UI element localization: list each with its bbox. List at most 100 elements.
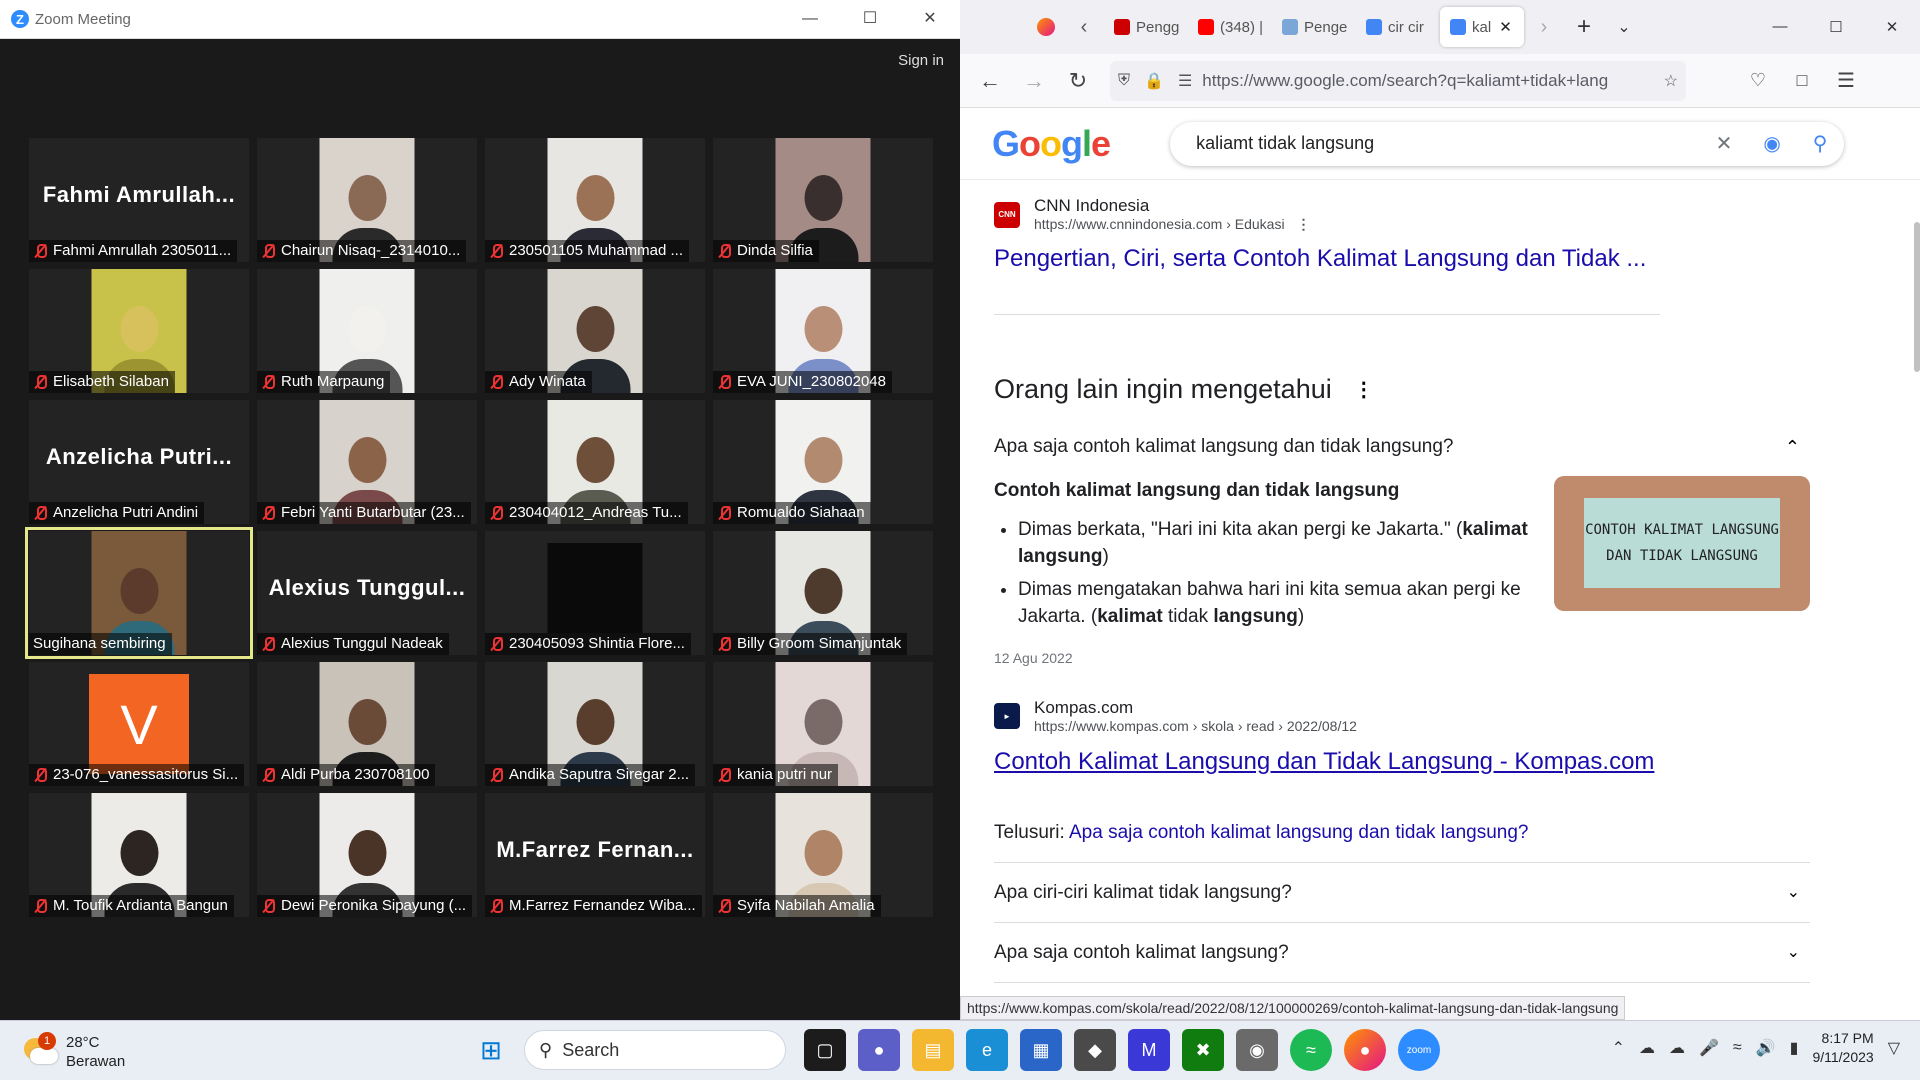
participant-tile[interactable]: kania putri nur <box>713 662 933 786</box>
participant-tile[interactable]: Sugihana sembiring <box>25 527 253 659</box>
app-m-icon[interactable]: M <box>1128 1029 1170 1071</box>
battery-icon[interactable]: ▮ <box>1790 1038 1799 1058</box>
notifications-icon[interactable]: ▽ <box>1888 1038 1900 1058</box>
participant-tile[interactable]: Febri Yanti Butarbutar (23... <box>257 400 477 524</box>
browser-maximize-button[interactable]: ☐ <box>1808 18 1864 36</box>
weather-widget[interactable]: 1 28°C Berawan <box>22 1032 125 1071</box>
answer-thumbnail[interactable]: CONTOH KALIMAT LANGSUNG DAN TIDAK LANGSU… <box>1554 476 1810 611</box>
browser-tab[interactable]: cir cir <box>1356 7 1434 47</box>
participant-tile[interactable]: 230404012_Andreas Tu... <box>485 400 705 524</box>
paa-more-icon[interactable]: ⋮ <box>1354 377 1374 402</box>
shield-icon[interactable]: ⛨ <box>1118 72 1130 90</box>
participant-tile[interactable]: Dinda Silfia <box>713 138 933 262</box>
sign-in-button[interactable]: Sign in <box>898 52 944 69</box>
extensions-icon[interactable]: □ <box>1780 70 1824 91</box>
firefox-icon[interactable]: ● <box>1344 1029 1386 1071</box>
bookmark-star-icon[interactable]: ☆ <box>1664 71 1678 91</box>
paa-question-1[interactable]: Apa saja contoh kalimat langsung dan tid… <box>994 436 1810 458</box>
browser-tab[interactable]: kal ✕ <box>1440 7 1524 47</box>
participant-tile[interactable]: Elisabeth Silaban <box>29 269 249 393</box>
paa-question-3-text[interactable]: Apa saja contoh kalimat langsung? <box>994 942 1787 964</box>
telusuri-link[interactable]: Apa saja contoh kalimat langsung dan tid… <box>1069 822 1529 843</box>
participant-tile[interactable]: Alexius Tunggul... Alexius Tunggul Nadeak <box>257 531 477 655</box>
search-query[interactable]: kaliamt tidak langsung <box>1196 133 1700 154</box>
new-tab-button[interactable]: + <box>1564 13 1604 41</box>
lock-icon[interactable]: 🔒 <box>1144 71 1164 91</box>
teams-chat-icon[interactable]: ● <box>858 1029 900 1071</box>
close-button[interactable]: ✕ <box>900 0 960 38</box>
browser-minimize-button[interactable]: — <box>1752 18 1808 36</box>
firefox-view-icon[interactable] <box>1028 18 1064 36</box>
participant-tile[interactable]: Fahmi Amrullah... Fahmi Amrullah 2305011.… <box>29 138 249 262</box>
lens-icon[interactable]: ◉ <box>1748 131 1796 156</box>
participant-tile[interactable]: Billy Groom Simanjuntak <box>713 531 933 655</box>
zoom-icon[interactable]: zoom <box>1398 1029 1440 1071</box>
paa-question-2[interactable]: Apa ciri-ciri kalimat tidak langsung? ⌄ <box>994 882 1810 904</box>
browser-tab[interactable]: Penge <box>1272 7 1350 47</box>
wifi-icon[interactable]: ≈ <box>1733 1039 1742 1057</box>
camera-icon[interactable]: ◉ <box>1236 1029 1278 1071</box>
reload-icon[interactable]: ↻ <box>1056 68 1100 94</box>
start-icon[interactable]: ⊞ <box>470 1029 512 1071</box>
url-bar[interactable]: ⛨ 🔒 ☰ https://www.google.com/search?q=ka… <box>1110 60 1686 101</box>
spotify-icon[interactable]: ≈ <box>1290 1029 1332 1071</box>
search-box[interactable]: kaliamt tidak langsung ✕ ◉ ⚲ <box>1170 122 1844 166</box>
back-icon[interactable]: ← <box>968 68 1012 94</box>
participant-tile[interactable]: Ruth Marpaung <box>257 269 477 393</box>
browser-tab[interactable]: Pengg <box>1104 7 1182 47</box>
app-cube-icon[interactable]: ◆ <box>1074 1029 1116 1071</box>
participant-tile[interactable]: M. Toufik Ardianta Bangun <box>29 793 249 917</box>
onedrive-icon[interactable]: ☁ <box>1639 1038 1655 1058</box>
google-logo[interactable]: Google <box>992 123 1111 165</box>
clear-icon[interactable]: ✕ <box>1700 131 1748 156</box>
kompas-link[interactable]: Contoh Kalimat Langsung dan Tidak Langsu… <box>994 748 1654 776</box>
participant-tile[interactable]: Dewi Peronika Sipayung (... <box>257 793 477 917</box>
cloud-icon[interactable]: ☁ <box>1669 1038 1685 1058</box>
participant-tile[interactable]: EVA JUNI_230802048 <box>713 269 933 393</box>
pocket-icon[interactable]: ♡ <box>1736 70 1780 91</box>
file-explorer-icon[interactable]: ▤ <box>912 1029 954 1071</box>
task-view-icon[interactable]: ▢ <box>804 1029 846 1071</box>
volume-icon[interactable]: 🔊 <box>1756 1038 1776 1058</box>
paa-question-1-text[interactable]: Apa saja contoh kalimat langsung dan tid… <box>994 436 1785 458</box>
tab-scroll-left-icon[interactable]: ‹ <box>1064 16 1104 39</box>
xbox-icon[interactable]: ✖ <box>1182 1029 1224 1071</box>
chevron-down-icon[interactable]: ⌄ <box>1787 942 1800 964</box>
taskbar-search[interactable]: ⚲ Search <box>524 1030 786 1070</box>
browser-tab[interactable]: (348) | <box>1188 7 1266 47</box>
microphone-icon[interactable]: 🎤 <box>1699 1038 1719 1058</box>
url-text[interactable]: https://www.google.com/search?q=kaliamt+… <box>1202 71 1663 91</box>
paa-question-3[interactable]: Apa saja contoh kalimat langsung? ⌄ <box>994 942 1810 964</box>
chevron-down-icon[interactable]: ⌄ <box>1787 882 1800 904</box>
participant-tile[interactable]: 230501105 Muhammad ... <box>485 138 705 262</box>
participant-tile[interactable]: Chairun Nisaq-_2314010... <box>257 138 477 262</box>
search-icon[interactable]: ⚲ <box>1796 131 1844 156</box>
participant-tile[interactable]: 230405093 Shintia Flore... <box>485 531 705 655</box>
participant-tile[interactable]: Romualdo Siahaan <box>713 400 933 524</box>
browser-close-button[interactable]: ✕ <box>1864 18 1920 36</box>
result-title-link[interactable]: Pengertian, Ciri, serta Contoh Kalimat L… <box>994 245 1690 273</box>
list-tabs-icon[interactable]: ⌄ <box>1604 17 1644 37</box>
page-scrollbar[interactable] <box>1914 222 1920 372</box>
forward-icon[interactable]: → <box>1012 68 1056 94</box>
participant-tile[interactable]: Syifa Nabilah Amalia <box>713 793 933 917</box>
participant-tile[interactable]: V 23-076_vanessasitorus Si... <box>29 662 249 786</box>
chevron-up-icon[interactable]: ⌃ <box>1785 437 1800 458</box>
menu-icon[interactable]: ☰ <box>1824 68 1868 93</box>
tray-overflow-icon[interactable]: ⌃ <box>1612 1038 1625 1058</box>
participant-tile[interactable]: Aldi Purba 230708100 <box>257 662 477 786</box>
participant-tile[interactable]: Andika Saputra Siregar 2... <box>485 662 705 786</box>
permissions-icon[interactable]: ☰ <box>1178 71 1192 91</box>
maximize-button[interactable]: ☐ <box>840 0 900 38</box>
participant-tile[interactable]: Ady Winata <box>485 269 705 393</box>
tab-close-icon[interactable]: ✕ <box>1499 18 1512 36</box>
participant-tile[interactable]: Anzelicha Putri... Anzelicha Putri Andini <box>29 400 249 524</box>
paa-question-2-text[interactable]: Apa ciri-ciri kalimat tidak langsung? <box>994 882 1787 904</box>
more-options-icon[interactable]: ⋮ <box>1296 216 1310 232</box>
store-icon[interactable]: ▦ <box>1020 1029 1062 1071</box>
clock[interactable]: 8:17 PM 9/11/2023 <box>1812 1029 1873 1067</box>
participant-tile[interactable]: M.Farrez Fernan... M.Farrez Fernandez Wib… <box>485 793 705 917</box>
minimize-button[interactable]: — <box>780 0 840 38</box>
tab-scroll-right-icon[interactable]: › <box>1524 16 1564 39</box>
edge-icon[interactable]: e <box>966 1029 1008 1071</box>
